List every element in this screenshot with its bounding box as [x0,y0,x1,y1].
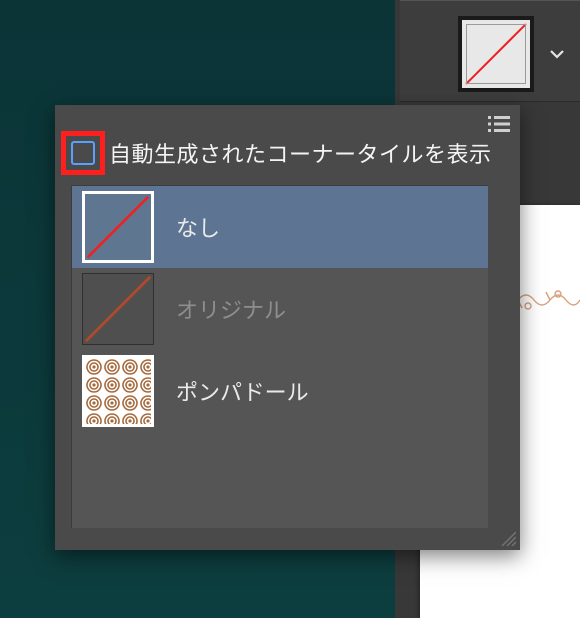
brush-thumb-none [82,191,154,263]
brush-swatch-selector [400,0,580,102]
brush-list-item-pompadour[interactable]: ポンパドール [72,350,488,432]
brush-list-item-label: なし [176,211,220,243]
panel-resize-grip[interactable] [498,528,516,546]
brush-list-item-none[interactable]: なし [72,186,488,268]
current-brush-swatch[interactable] [458,16,534,92]
show-corner-tiles-checkbox[interactable] [71,141,95,165]
swatch-dropdown-button[interactable] [544,41,570,67]
flyout-header: 自動生成されたコーナータイルを表示 [55,105,520,175]
brush-list-item-original[interactable]: オリジナル [72,268,488,350]
brush-list-item-label: オリジナル [176,293,286,325]
brush-thumb-original [82,273,154,345]
brush-list-item-label: ポンパドール [176,375,309,407]
brush-list: なし オリジナル [71,185,488,528]
brush-picker-flyout: 自動生成されたコーナータイルを表示 なし [55,105,520,550]
brush-thumb-pompadour [82,355,154,427]
show-corner-tiles-label: 自動生成されたコーナータイルを表示 [109,137,492,169]
annotation-highlight [61,131,105,175]
